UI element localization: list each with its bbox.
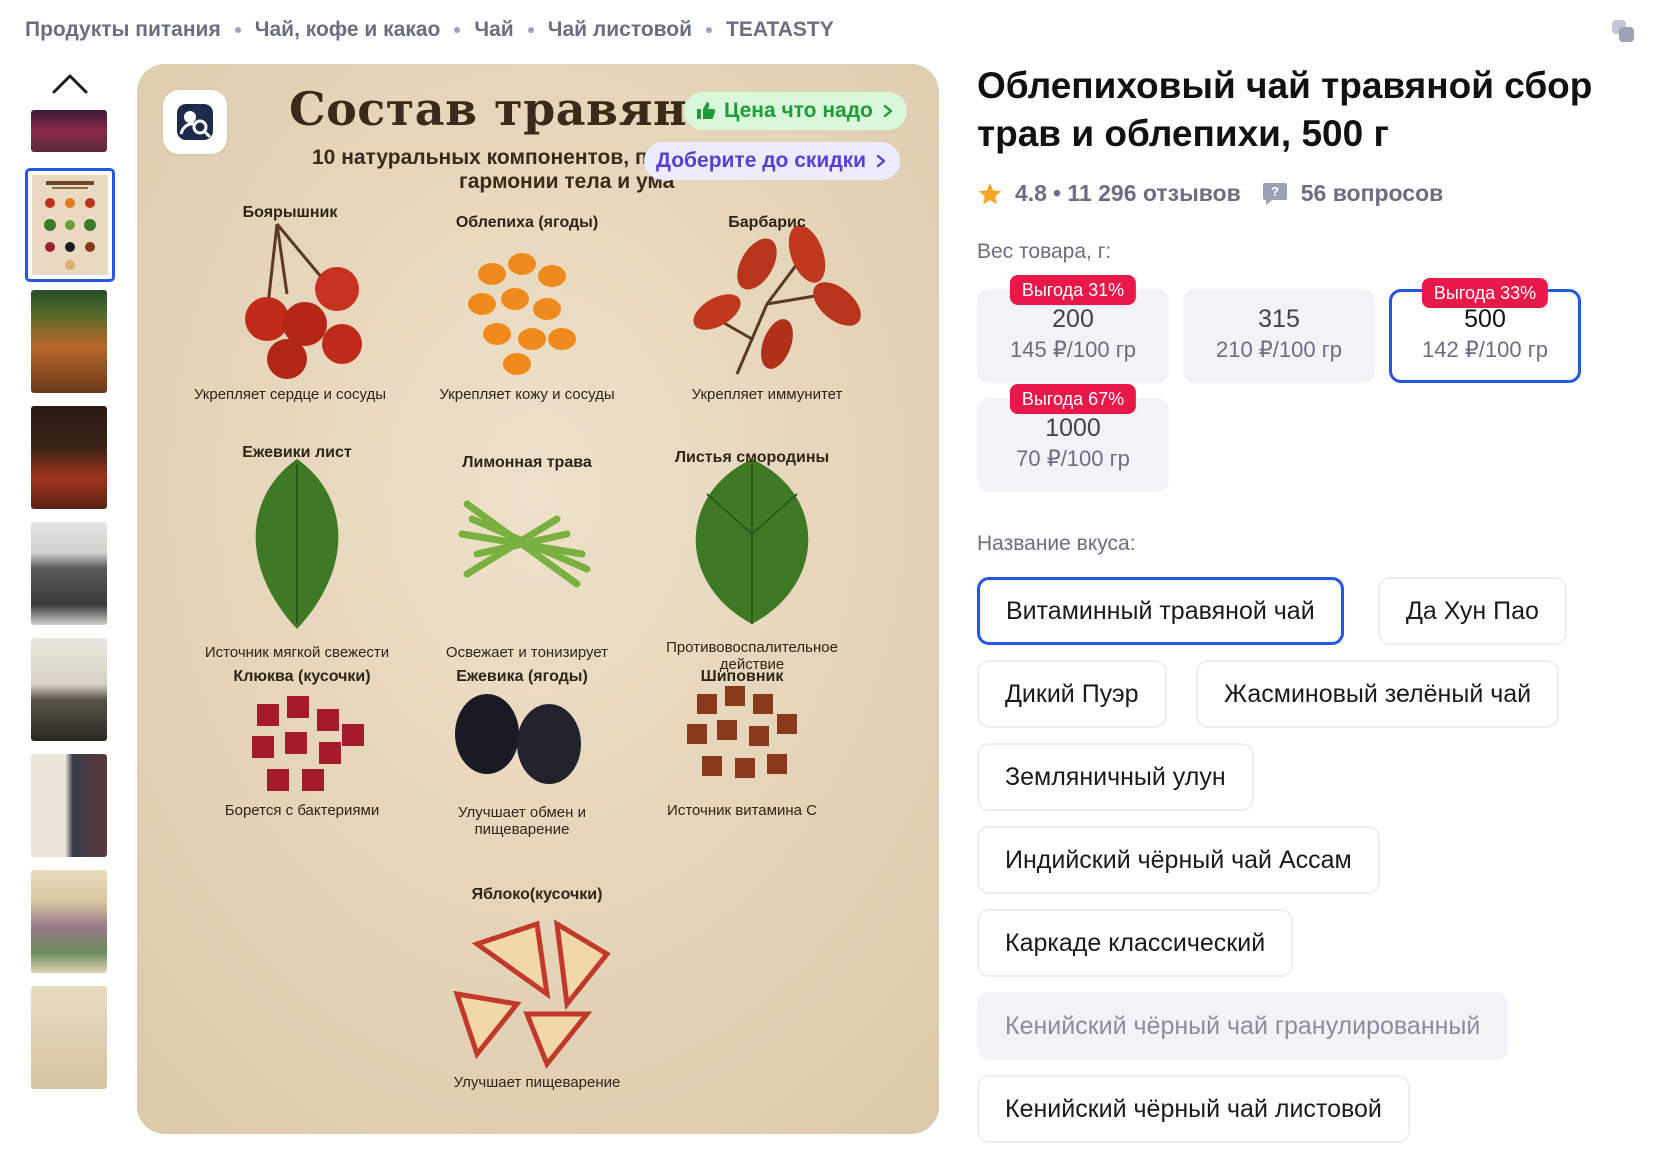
ingredient-name: Ежевики лист [242,444,352,461]
svg-text:?: ? [1271,184,1279,199]
add-for-discount-badge[interactable]: Доберите до скидки [644,142,901,180]
flavor-label: Название вкуса: [977,532,1136,555]
weight-label: Вес товара, г: [977,240,1112,263]
ingredient-desc: Укрепляет кожу и сосуды [439,386,615,403]
unit-price: 210 ₽/100 гр [1215,337,1342,362]
chevron-right-icon [876,154,886,168]
unit-price: 70 ₽/100 гр [1016,446,1130,471]
unit-price: 145 ₽/100 гр [1009,337,1136,362]
reviews-link[interactable]: • 11 296 отзывов [1053,180,1241,207]
ingredient-name: Яблоко(кусочки) [471,886,603,903]
ingredient-name: Боярышник [242,204,338,221]
ingredient-name: Листья смородины [674,449,830,466]
ingredient-desc: Улучшает пищеварение [453,1074,621,1091]
hero-subtitle: 10 натуральных компонентов, п [312,146,648,169]
flavor-option-karkade[interactable]: Каркаде классический [977,909,1294,977]
weight-option-200[interactable]: Выгода 31% 200 145 ₽/100 гр [977,275,1169,383]
ingredient-desc: Укрепляет иммунитет [691,386,843,403]
breadcrumb-separator [454,27,461,33]
flavor-option-wild-puer[interactable]: Дикий Пуэр [977,660,1167,728]
thumbnail-1[interactable] [25,168,115,282]
thumbnail-2[interactable] [31,290,107,393]
good-price-badge[interactable]: Цена что надо [684,92,907,130]
ingredient-desc: Источник витамина С [667,802,817,819]
thumbnail-4[interactable] [31,522,107,625]
weight-option-315[interactable]: 315 210 ₽/100 гр [1183,289,1375,383]
weight-option-1000[interactable]: Выгода 67% 1000 70 ₽/100 гр [977,384,1169,492]
weight-value: 315 [1258,305,1300,333]
unit-price: 142 ₽/100 гр [1421,337,1548,362]
flavor-option-strawberry-oolong[interactable]: Земляничный улун [977,743,1254,811]
breadcrumb-item-tea-coffee[interactable]: Чай, кофе и какао [255,18,441,42]
ingredient-desc: Борется с бактериями [224,802,380,819]
flavor-option-da-hong-pao[interactable]: Да Хун Пао [1378,577,1567,645]
breadcrumb-item-food[interactable]: Продукты питания [25,18,221,42]
ingredient-name: Облепиха (ягоды) [455,214,599,231]
flavor-option-jasmine-green[interactable]: Жасминовый зелёный чай [1196,660,1560,728]
image-search-button[interactable] [163,90,227,154]
thumbnail-8[interactable] [31,986,107,1089]
questions-link[interactable]: 56 вопросов [1301,180,1444,207]
thumbnail-7[interactable] [31,870,107,973]
image-search-icon [177,104,213,140]
weight-option-500[interactable]: Выгода 33% 500 142 ₽/100 гр [1389,278,1581,383]
chevron-up-icon[interactable] [50,70,90,96]
thumbs-up-icon [697,102,716,119]
flavor-option-indian-assam[interactable]: Индийский чёрный чай Ассам [977,826,1380,894]
star-icon [978,182,1002,204]
ingredient-name: Барбарис [728,214,806,231]
weight-value: 200 [1052,305,1094,333]
ingredient-name: Клюква (кусочки) [233,668,371,685]
breadcrumb-item-leaf-tea[interactable]: Чай листовой [548,18,692,42]
breadcrumb-item-tea[interactable]: Чай [474,18,513,42]
chat-bubbles-icon[interactable] [1610,18,1636,44]
breadcrumb-separator [527,27,534,33]
rating-value[interactable]: 4.8 [1015,180,1047,207]
ingredient-name: Лимонная трава [462,454,592,471]
product-main-image[interactable]: Состав травяно 10 натуральных компоненто… [137,64,939,1134]
flavor-option-kenyan-granulated[interactable]: Кенийский чёрный чай гранулированный [977,992,1509,1060]
thumbnail-6[interactable] [31,754,107,857]
weight-value: 500 [1464,305,1506,333]
chevron-right-icon [883,104,893,118]
add-for-discount-label: Доберите до скидки [656,149,867,172]
hero-subtitle-2: гармонии тела и ума [459,170,675,193]
question-icon: ? [1262,182,1287,205]
thumbnail-3[interactable] [31,406,107,509]
ingredient-name: Шиповник [700,668,784,685]
breadcrumb-item-brand[interactable]: TEATASTY [726,18,834,42]
breadcrumb: Продукты питания Чай, кофе и какао Чай Ч… [25,18,834,42]
flavor-option-vitamin-herbal[interactable]: Витаминный травяной чай [977,577,1344,645]
thumbnail-0[interactable] [31,110,107,152]
good-price-label: Цена что надо [724,99,873,122]
product-title: Облепиховый чай травяной сбор трав и обл… [977,65,1593,154]
sale-badge: Выгода 33% [1421,278,1549,308]
ingredient-name: Ежевика (ягоды) [456,668,588,685]
ingredient-desc: Освежает и тонизирует [445,644,609,661]
thumbnail-5[interactable] [31,638,107,741]
rating-row: 4.8 • 11 296 отзывов ? 56 вопросов [977,180,1443,207]
breadcrumb-separator [706,27,713,33]
hero-title: Состав травяно [289,82,719,136]
sale-badge: Выгода 31% [1009,275,1137,305]
sale-badge: Выгода 67% [1009,384,1137,414]
weight-value: 1000 [1045,414,1101,442]
ingredient-desc: Улучшает обмен и пищеварение [458,804,586,838]
ingredient-desc: Укрепляет сердце и сосуды [193,386,387,403]
breadcrumb-separator [234,27,241,33]
ingredient-desc: Источник мягкой свежести [204,644,390,661]
flavor-option-kenyan-leaf[interactable]: Кенийский чёрный чай листовой [977,1075,1410,1143]
thumbnail-strip [25,64,115,1144]
